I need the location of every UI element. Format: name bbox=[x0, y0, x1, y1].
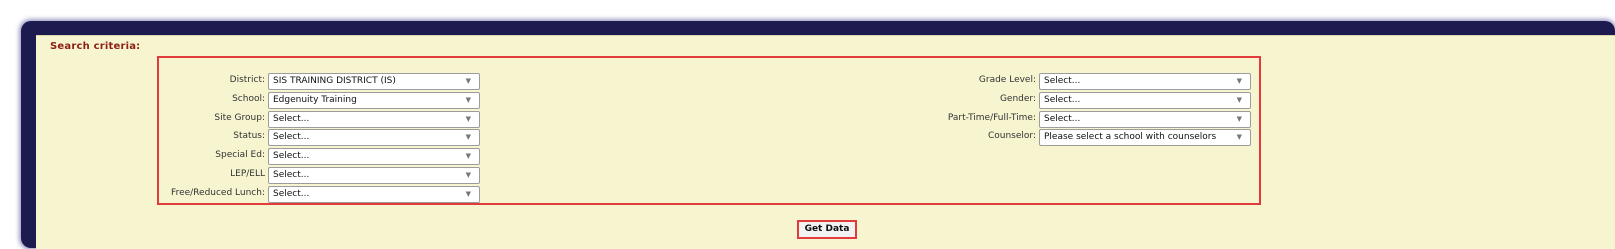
status-label: Status: bbox=[233, 131, 265, 141]
special-ed-label: Special Ed: bbox=[215, 150, 265, 160]
site-group-label: Site Group: bbox=[214, 113, 265, 123]
grade-level-select[interactable]: Select... ▼ bbox=[1039, 72, 1251, 90]
chevron-down-icon: ▼ bbox=[465, 76, 471, 85]
counselor-row: Counselor: Please select a school with c… bbox=[988, 128, 1251, 146]
chevron-down-icon: ▼ bbox=[465, 114, 471, 123]
chevron-down-icon: ▼ bbox=[465, 132, 471, 141]
lep-ell-value: Select... bbox=[273, 169, 310, 180]
gender-row: Gender: Select... ▼ bbox=[1000, 91, 1251, 109]
status-row: Status: Select... ▼ bbox=[233, 128, 480, 146]
free-reduced-lunch-row: Free/Reduced Lunch: Select... ▼ bbox=[171, 185, 480, 203]
status-select[interactable]: Select... ▼ bbox=[268, 128, 480, 146]
part-time-full-time-label: Part-Time/Full-Time: bbox=[947, 113, 1036, 123]
site-group-select[interactable]: Select... ▼ bbox=[268, 110, 480, 128]
grade-level-label: Grade Level: bbox=[978, 75, 1036, 85]
free-reduced-lunch-value: Select... bbox=[273, 188, 310, 199]
school-label: School: bbox=[232, 94, 265, 104]
chevron-down-icon: ▼ bbox=[1236, 132, 1242, 141]
counselor-select[interactable]: Please select a school with counselors ▼ bbox=[1039, 128, 1251, 146]
chevron-down-icon: ▼ bbox=[1236, 76, 1242, 85]
lep-ell-row: LEP/ELL Select... ▼ bbox=[230, 166, 480, 184]
chevron-down-icon: ▼ bbox=[465, 170, 471, 179]
counselor-value: Please select a school with counselors bbox=[1044, 131, 1217, 142]
special-ed-row: Special Ed: Select... ▼ bbox=[215, 147, 480, 165]
district-value: SIS TRAINING DISTRICT (IS) bbox=[273, 75, 396, 86]
free-reduced-lunch-label: Free/Reduced Lunch: bbox=[171, 188, 265, 198]
site-group-value: Select... bbox=[273, 113, 310, 124]
district-select[interactable]: SIS TRAINING DISTRICT (IS) ▼ bbox=[268, 72, 480, 90]
free-reduced-lunch-select[interactable]: Select... ▼ bbox=[268, 185, 480, 203]
chevron-down-icon: ▼ bbox=[465, 95, 471, 104]
school-value: Edgenuity Training bbox=[273, 94, 357, 105]
gender-select[interactable]: Select... ▼ bbox=[1039, 91, 1251, 109]
special-ed-value: Select... bbox=[273, 150, 310, 161]
special-ed-select[interactable]: Select... ▼ bbox=[268, 147, 480, 165]
school-select[interactable]: Edgenuity Training ▼ bbox=[268, 91, 480, 109]
lep-ell-select[interactable]: Select... ▼ bbox=[268, 166, 480, 184]
chevron-down-icon: ▼ bbox=[465, 189, 471, 198]
chevron-down-icon: ▼ bbox=[1236, 95, 1242, 104]
counselor-label: Counselor: bbox=[987, 131, 1036, 141]
lep-ell-label: LEP/ELL bbox=[230, 169, 265, 179]
part-time-full-time-row: Part-Time/Full-Time: Select... ▼ bbox=[948, 110, 1251, 128]
district-row: District: SIS TRAINING DISTRICT (IS) ▼ bbox=[230, 72, 480, 90]
get-data-button[interactable]: Get Data bbox=[797, 220, 857, 239]
part-time-full-time-select[interactable]: Select... ▼ bbox=[1039, 110, 1251, 128]
gender-label: Gender: bbox=[999, 94, 1036, 104]
chevron-down-icon: ▼ bbox=[1236, 114, 1242, 123]
part-time-full-time-value: Select... bbox=[1044, 113, 1081, 124]
grade-level-row: Grade Level: Select... ▼ bbox=[979, 72, 1251, 90]
site-group-row: Site Group: Select... ▼ bbox=[214, 110, 480, 128]
panel-title: Search criteria: bbox=[50, 41, 141, 52]
status-value: Select... bbox=[273, 131, 310, 142]
district-label: District: bbox=[229, 75, 265, 85]
gender-value: Select... bbox=[1044, 94, 1081, 105]
chevron-down-icon: ▼ bbox=[465, 151, 471, 160]
grade-level-value: Select... bbox=[1044, 75, 1081, 86]
school-row: School: Edgenuity Training ▼ bbox=[232, 91, 480, 109]
